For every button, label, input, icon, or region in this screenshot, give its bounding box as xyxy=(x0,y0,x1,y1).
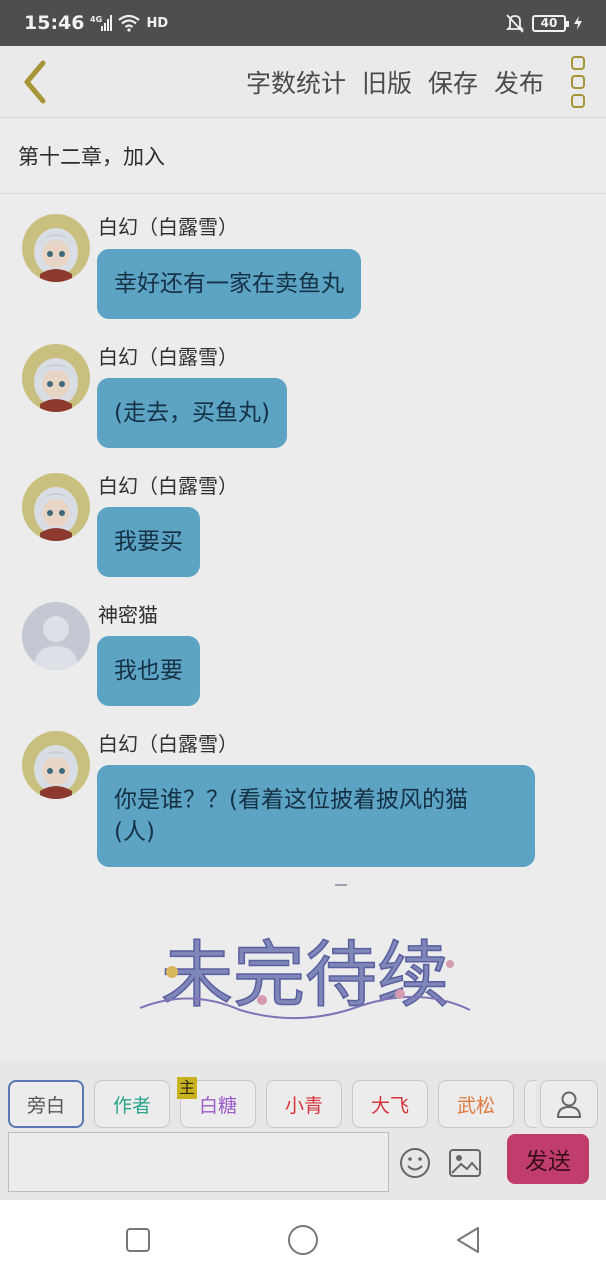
role-selector: 旁白 作者 主 白糖 小青 大飞 武松 xyxy=(8,1077,606,1128)
recent-apps-button[interactable] xyxy=(120,1222,156,1258)
clock: 15:46 xyxy=(24,12,85,34)
wifi-icon xyxy=(118,14,141,32)
anime-girl-avatar-icon xyxy=(22,214,90,282)
circle-icon xyxy=(288,1225,318,1255)
publish-button[interactable]: 发布 xyxy=(494,64,544,100)
mute-bell-icon xyxy=(506,13,524,33)
save-button[interactable]: 保存 xyxy=(428,64,478,100)
role-chip-label: 白糖 xyxy=(198,1094,237,1117)
more-dot-icon xyxy=(571,55,585,70)
anime-girl-avatar-icon xyxy=(22,731,90,799)
message-bubble[interactable]: 我要买 xyxy=(97,507,200,577)
status-bar: 15:46 4G HD 40 xyxy=(0,0,606,46)
chapter-title[interactable]: 第十二章，加入 xyxy=(0,118,606,194)
role-chip-more[interactable] xyxy=(524,1080,536,1128)
word-count-button[interactable]: 字数统计 xyxy=(246,64,346,100)
avatar[interactable] xyxy=(22,214,90,282)
charging-icon xyxy=(574,16,582,30)
editor-header: 字数统计 旧版 保存 发布 xyxy=(0,46,606,118)
back-button[interactable] xyxy=(0,46,70,118)
emoji-button[interactable] xyxy=(398,1146,432,1180)
message-bubble[interactable]: 我也要 xyxy=(97,636,200,706)
more-dot-icon xyxy=(571,74,585,89)
chevron-left-icon xyxy=(24,60,46,103)
avatar[interactable] xyxy=(22,344,90,412)
message-bubble[interactable]: 幸好还有一家在卖鱼丸 xyxy=(97,249,361,319)
image-button[interactable] xyxy=(448,1148,482,1178)
message-input[interactable] xyxy=(8,1132,389,1192)
message-bubble[interactable]: 你是谁？？(看着这位披着披风的猫 (人) xyxy=(97,765,535,867)
send-button[interactable]: 发送 xyxy=(507,1134,589,1184)
back-nav-button[interactable] xyxy=(450,1222,486,1258)
system-nav-bar xyxy=(0,1200,606,1280)
triangle-back-icon xyxy=(457,1227,479,1253)
avatar[interactable] xyxy=(22,731,90,799)
more-dot-icon xyxy=(571,93,585,108)
svg-text:4G: 4G xyxy=(90,15,102,24)
sender-name: 白幻（白露雪） xyxy=(98,474,238,498)
anime-girl-avatar-icon xyxy=(22,473,90,541)
person-icon xyxy=(556,1091,582,1118)
role-chip-wusong[interactable]: 武松 xyxy=(438,1080,514,1128)
role-chip-narrator[interactable]: 旁白 xyxy=(8,1080,84,1128)
continued-text: 未完待续 xyxy=(161,933,449,1017)
role-chip-dafei[interactable]: 大飞 xyxy=(352,1080,428,1128)
input-row: 发送 xyxy=(0,1132,606,1192)
battery-icon: 40 xyxy=(532,14,569,32)
role-chip-author[interactable]: 作者 xyxy=(94,1080,170,1128)
app-screen: 15:46 4G HD 40 字数统计 旧版 保存 发布 第十二章，加入 白幻（… xyxy=(0,0,606,1200)
more-menu-button[interactable] xyxy=(558,52,598,112)
sender-name: 白幻（白露雪） xyxy=(98,345,238,369)
default-person-avatar-icon xyxy=(22,602,90,670)
signal-icon: 4G xyxy=(90,14,113,32)
anime-girl-avatar-icon xyxy=(22,344,90,412)
role-chip-xiaoqing[interactable]: 小青 xyxy=(266,1080,342,1128)
hd-indicator: HD xyxy=(146,15,169,31)
sender-name: 白幻（白露雪） xyxy=(98,732,238,756)
sender-name: 白幻（白露雪） xyxy=(98,215,238,239)
home-button[interactable] xyxy=(285,1222,321,1258)
image-icon xyxy=(449,1149,481,1177)
sender-name: 神密猫 xyxy=(98,603,158,627)
composer-panel: 旁白 作者 主 白糖 小青 大飞 武松 发送 xyxy=(0,1060,606,1200)
main-role-badge: 主 xyxy=(177,1077,198,1099)
character-manage-button[interactable] xyxy=(540,1080,598,1128)
smiley-icon xyxy=(400,1148,430,1178)
battery-level: 40 xyxy=(540,16,558,30)
role-chip-baitang[interactable]: 主 白糖 xyxy=(177,1077,256,1128)
avatar[interactable] xyxy=(22,473,90,541)
divider xyxy=(335,884,347,886)
square-icon xyxy=(126,1228,150,1252)
old-version-button[interactable]: 旧版 xyxy=(362,64,412,100)
message-bubble[interactable]: (走去，买鱼丸) xyxy=(97,378,287,448)
to-be-continued-banner: 未完待续 xyxy=(130,928,480,1032)
avatar[interactable] xyxy=(22,602,90,670)
